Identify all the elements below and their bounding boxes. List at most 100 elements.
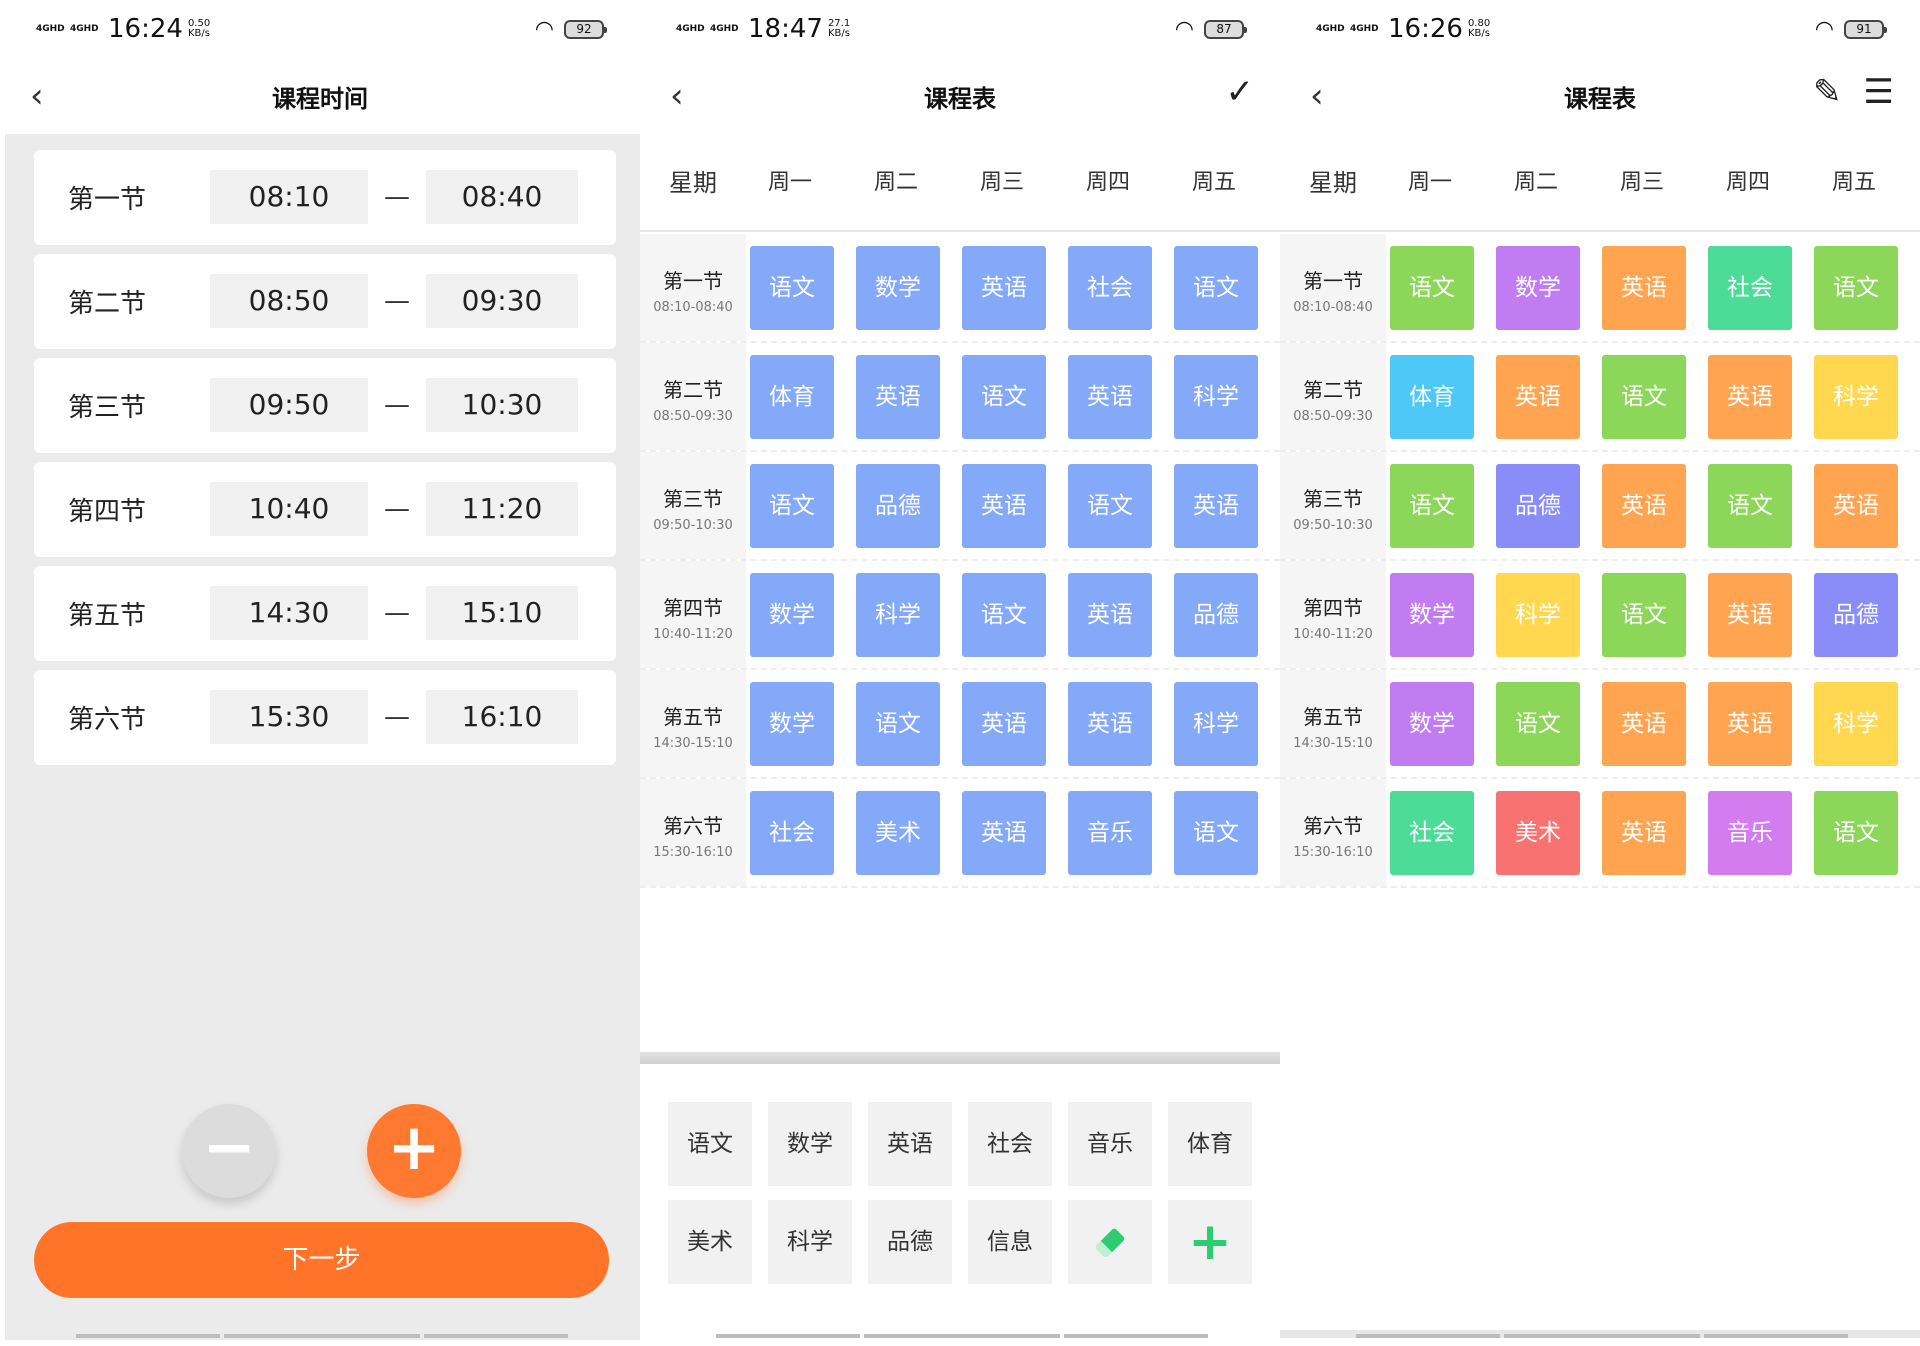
course-cell[interactable]: 科学	[1174, 682, 1258, 766]
course-cell[interactable]: 体育	[1390, 355, 1474, 439]
subject-option[interactable]: 英语	[868, 1102, 952, 1186]
course-cell[interactable]: 英语	[962, 791, 1046, 875]
course-cell[interactable]: 语文	[1814, 246, 1898, 330]
course-cell[interactable]: 语文	[1174, 791, 1258, 875]
signal-icon: 4GHD	[1350, 23, 1379, 34]
next-step-button[interactable]: 下一步	[34, 1222, 609, 1298]
course-cell[interactable]: 语文	[1496, 682, 1580, 766]
nav-gesture-bar	[864, 1334, 1060, 1338]
course-cell[interactable]: 科学	[856, 573, 940, 657]
eraser-button[interactable]	[1068, 1200, 1152, 1284]
course-cell[interactable]: 科学	[1496, 573, 1580, 657]
course-cell[interactable]: 数学	[1496, 246, 1580, 330]
check-icon[interactable]: ✓	[1226, 72, 1255, 112]
start-time-field[interactable]: 08:10	[210, 170, 368, 224]
end-time-field[interactable]: 09:30	[426, 274, 578, 328]
course-cell[interactable]: 语文	[1390, 464, 1474, 548]
course-cell[interactable]: 语文	[750, 246, 834, 330]
course-cell[interactable]: 英语	[1496, 355, 1580, 439]
course-cell[interactable]: 科学	[1814, 682, 1898, 766]
sliders-icon[interactable]: ☰	[1864, 72, 1894, 112]
course-cell[interactable]: 社会	[1708, 246, 1792, 330]
course-cell[interactable]: 英语	[1174, 464, 1258, 548]
subject-option[interactable]: 美术	[668, 1200, 752, 1284]
course-cell[interactable]: 品德	[1174, 573, 1258, 657]
course-cell[interactable]: 英语	[1602, 464, 1686, 548]
start-time-field[interactable]: 14:30	[210, 586, 368, 640]
subject-option[interactable]: 语文	[668, 1102, 752, 1186]
course-cell[interactable]: 语文	[750, 464, 834, 548]
back-icon[interactable]: ‹	[30, 76, 70, 116]
course-cell[interactable]: 语文	[1708, 464, 1792, 548]
course-cell[interactable]: 音乐	[1068, 791, 1152, 875]
course-cell[interactable]: 数学	[856, 246, 940, 330]
subject-option[interactable]: 信息	[968, 1200, 1052, 1284]
minus-icon[interactable]: −	[182, 1104, 276, 1198]
course-cell[interactable]: 科学	[1174, 355, 1258, 439]
course-cell[interactable]: 数学	[1390, 682, 1474, 766]
course-cell[interactable]: 社会	[1390, 791, 1474, 875]
course-cell[interactable]: 英语	[1068, 573, 1152, 657]
course-cell[interactable]: 英语	[962, 464, 1046, 548]
period-label: 第五节 14:30-15:10	[1280, 670, 1386, 777]
course-cell[interactable]: 社会	[1068, 246, 1152, 330]
course-cell[interactable]: 英语	[962, 246, 1046, 330]
time-slot-row: 第五节 14:30 — 15:10	[34, 566, 616, 661]
course-cell[interactable]: 语文	[1174, 246, 1258, 330]
pencil-icon[interactable]: ✎	[1813, 72, 1842, 112]
end-time-field[interactable]: 10:30	[426, 378, 578, 432]
course-cell[interactable]: 英语	[1602, 682, 1686, 766]
course-cell[interactable]: 英语	[962, 682, 1046, 766]
subject-option[interactable]: 数学	[768, 1102, 852, 1186]
end-time-field[interactable]: 11:20	[426, 482, 578, 536]
course-cell[interactable]: 科学	[1814, 355, 1898, 439]
course-cell[interactable]: 英语	[1708, 355, 1792, 439]
course-cell[interactable]: 英语	[856, 355, 940, 439]
course-cell[interactable]: 语文	[1068, 464, 1152, 548]
course-cell[interactable]: 社会	[750, 791, 834, 875]
course-cell[interactable]: 英语	[1708, 573, 1792, 657]
course-cell[interactable]: 语文	[962, 355, 1046, 439]
course-cell[interactable]: 美术	[856, 791, 940, 875]
back-icon[interactable]: ‹	[1310, 76, 1350, 116]
course-cell[interactable]: 语文	[962, 573, 1046, 657]
course-cell[interactable]: 美术	[1496, 791, 1580, 875]
course-cell[interactable]: 英语	[1602, 791, 1686, 875]
course-cell[interactable]: 语文	[856, 682, 940, 766]
course-cell[interactable]: 英语	[1068, 355, 1152, 439]
start-time-field[interactable]: 08:50	[210, 274, 368, 328]
course-cell[interactable]: 品德	[856, 464, 940, 548]
course-cell[interactable]: 英语	[1602, 246, 1686, 330]
course-cell[interactable]: 数学	[750, 682, 834, 766]
course-cell[interactable]: 英语	[1814, 464, 1898, 548]
add-subject-button[interactable]: +	[1168, 1200, 1252, 1284]
subject-option[interactable]: 科学	[768, 1200, 852, 1284]
subject-option[interactable]: 社会	[968, 1102, 1052, 1186]
start-time-field[interactable]: 15:30	[210, 690, 368, 744]
end-time-field[interactable]: 15:10	[426, 586, 578, 640]
course-cell[interactable]: 英语	[1068, 682, 1152, 766]
period-label: 第一节 08:10-08:40	[640, 234, 746, 341]
nav-gesture-bar	[1064, 1334, 1208, 1338]
course-cell[interactable]: 语文	[1390, 246, 1474, 330]
course-cell[interactable]: 语文	[1814, 791, 1898, 875]
subject-option[interactable]: 音乐	[1068, 1102, 1152, 1186]
course-cell[interactable]: 数学	[750, 573, 834, 657]
course-cell[interactable]: 音乐	[1708, 791, 1792, 875]
subject-option[interactable]: 体育	[1168, 1102, 1252, 1186]
subject-option[interactable]: 品德	[868, 1200, 952, 1284]
back-icon[interactable]: ‹	[670, 76, 710, 116]
plus-icon[interactable]: +	[367, 1104, 461, 1198]
course-cell[interactable]: 语文	[1602, 355, 1686, 439]
end-time-field[interactable]: 08:40	[426, 170, 578, 224]
course-cell[interactable]: 语文	[1602, 573, 1686, 657]
end-time-field[interactable]: 16:10	[426, 690, 578, 744]
course-cell[interactable]: 英语	[1708, 682, 1792, 766]
course-cell[interactable]: 数学	[1390, 573, 1474, 657]
start-time-field[interactable]: 09:50	[210, 378, 368, 432]
course-cell[interactable]: 体育	[750, 355, 834, 439]
course-cell[interactable]: 品德	[1496, 464, 1580, 548]
nav-bar: ‹ 课程时间	[0, 58, 640, 134]
course-cell[interactable]: 品德	[1814, 573, 1898, 657]
start-time-field[interactable]: 10:40	[210, 482, 368, 536]
